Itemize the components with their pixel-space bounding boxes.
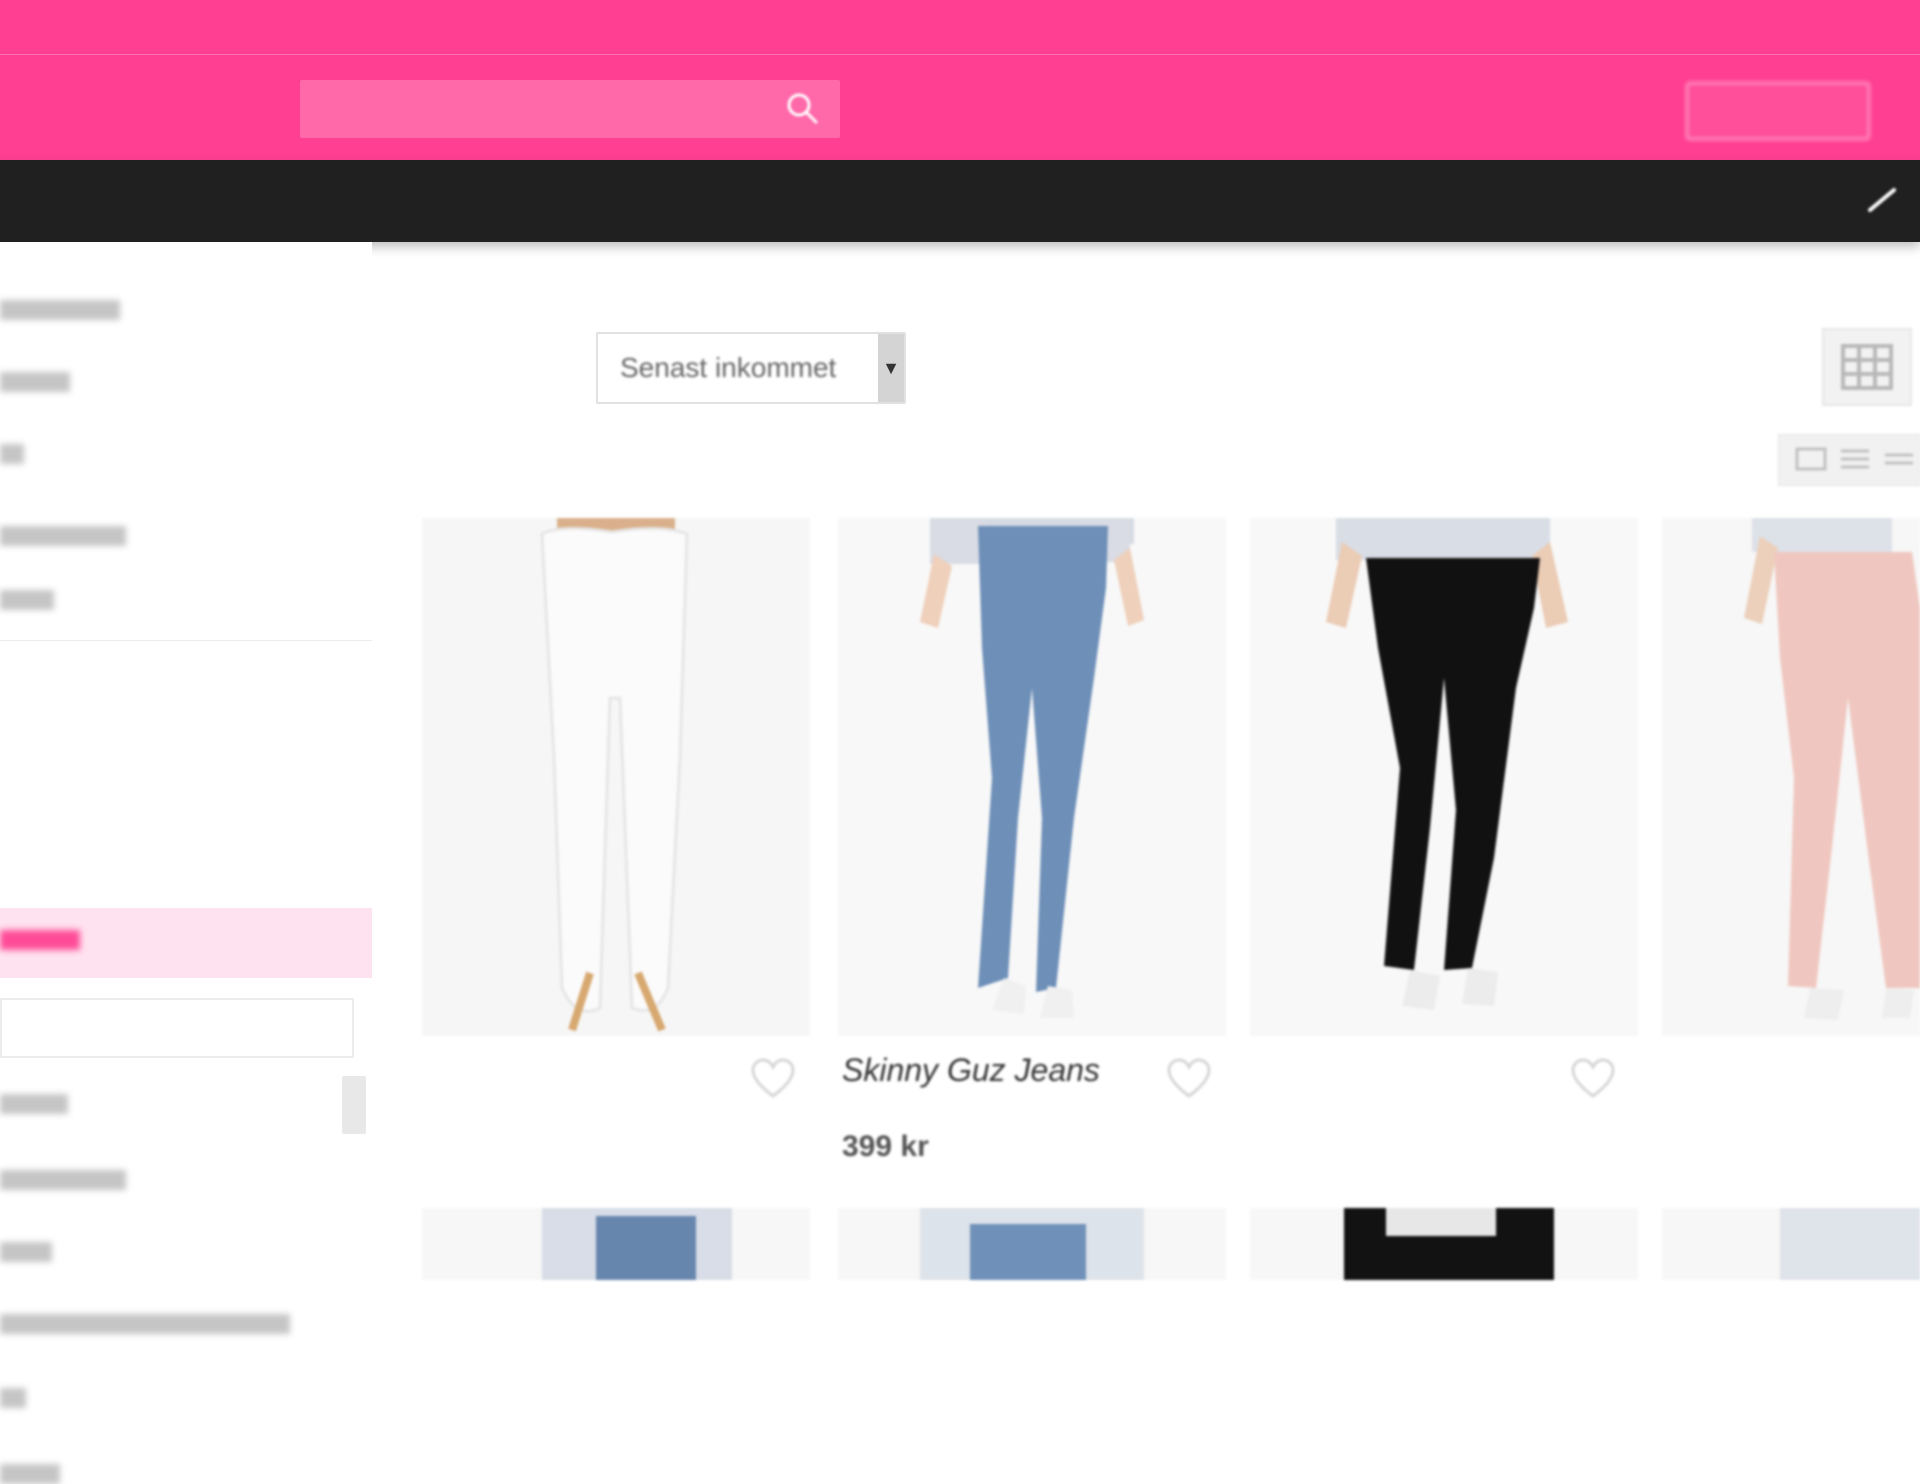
product-price: 399 kr [842,1130,929,1163]
sidebar-line [0,1464,60,1484]
grid-icon [1841,344,1893,390]
filter-scrollbar[interactable] [342,1076,366,1134]
active-filter-label [0,930,80,950]
header-bar [0,0,1920,160]
sort-value: Senast inkommet [620,352,837,383]
sidebar-line [0,1388,26,1408]
sidebar-line [0,300,120,320]
sidebar-line [0,1170,126,1190]
view-icon[interactable] [1837,445,1873,473]
view-icon[interactable] [1881,445,1917,473]
sidebar-line [0,372,70,392]
product-image[interactable] [1250,1208,1638,1280]
chevron-right-icon[interactable] [1866,186,1900,214]
product-title[interactable]: Skinny Guz Jeans [842,1052,1100,1089]
account-button[interactable] [1686,82,1870,140]
product-card[interactable] [422,518,810,1168]
sidebar-line [0,526,126,546]
heart-icon[interactable] [1570,1058,1616,1100]
chevron-down-icon[interactable]: ▼ [878,334,904,402]
sidebar-divider [0,640,372,641]
filter-search-field[interactable] [0,998,354,1058]
grid-view-button[interactable] [1822,328,1912,406]
product-image[interactable] [838,518,1226,1036]
product-image[interactable] [1662,1208,1920,1280]
search-icon[interactable] [784,90,822,128]
filter-sidebar [0,242,372,1484]
sidebar-line [0,590,54,610]
search-input[interactable] [320,90,784,130]
heart-icon[interactable] [1166,1058,1212,1100]
sort-dropdown[interactable]: Senast inkommet ▼ [596,332,906,404]
product-card[interactable]: Skinny Guz Jeans 399 kr [838,518,1226,1168]
product-image[interactable] [1250,518,1638,1036]
product-image[interactable] [838,1208,1226,1280]
top-strip [0,0,1920,55]
heart-icon[interactable] [750,1058,796,1100]
product-card[interactable] [1662,518,1920,1168]
view-toggle-group [1778,434,1920,486]
view-icon[interactable] [1793,445,1829,473]
search-bar[interactable] [300,80,840,138]
site-logo[interactable] [0,72,270,142]
sidebar-line [0,444,24,464]
product-image[interactable] [422,518,810,1036]
product-image[interactable] [422,1208,810,1280]
sidebar-line [0,1094,68,1114]
sidebar-line [0,1242,52,1262]
product-card[interactable] [838,1208,1226,1280]
main-navigation [0,160,1920,242]
product-card[interactable] [1250,518,1638,1168]
product-card[interactable] [1662,1208,1920,1280]
sidebar-line [0,1314,290,1334]
product-card[interactable] [422,1208,810,1280]
product-image[interactable] [1662,518,1920,1036]
product-card[interactable] [1250,1208,1638,1280]
